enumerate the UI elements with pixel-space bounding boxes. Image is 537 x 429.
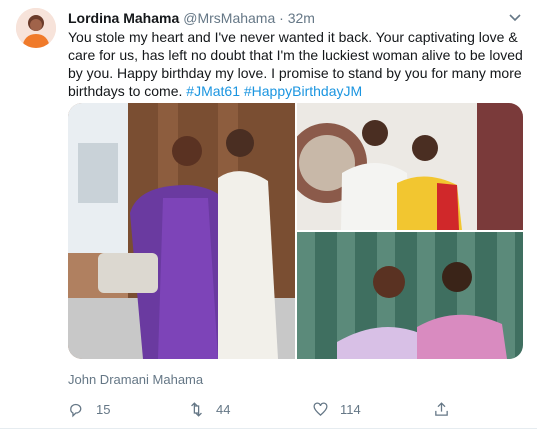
author-handle[interactable]: @MrsMahama (183, 10, 275, 26)
share-button[interactable] (433, 397, 461, 421)
tagged-people-caption[interactable]: John Dramani Mahama (68, 372, 203, 387)
tweet-header: Lordina Mahama @MrsMahama · 32m (68, 9, 315, 27)
share-icon (435, 401, 448, 416)
separator-dot: · (279, 10, 284, 26)
reply-count: 15 (96, 401, 111, 417)
like-button[interactable]: 114 (312, 397, 361, 421)
tweet-actions: 15 44 114 (68, 397, 523, 421)
tweet-card[interactable]: Lordina Mahama @MrsMahama · 32m You stole… (0, 0, 537, 429)
photo-2[interactable] (297, 103, 523, 230)
retweet-button[interactable]: 44 (188, 397, 230, 421)
like-count: 114 (340, 401, 361, 417)
hashtag-link[interactable]: #HappyBirthdayJM (244, 83, 362, 99)
tweet-media-grid (68, 103, 523, 359)
reply-icon (70, 403, 82, 417)
photo-1[interactable] (68, 103, 295, 359)
retweet-icon (191, 401, 202, 417)
tweet-timestamp[interactable]: 32m (288, 10, 315, 26)
retweet-count: 44 (216, 401, 231, 417)
photo-3[interactable] (297, 232, 523, 359)
tweet-text: You stole my heart and I've never wanted… (68, 28, 523, 100)
avatar[interactable] (16, 8, 56, 48)
hashtag-link[interactable]: #JMat61 (186, 83, 240, 99)
chevron-down-icon[interactable] (507, 9, 523, 25)
author-name[interactable]: Lordina Mahama (68, 10, 179, 26)
like-icon (313, 401, 328, 416)
reply-button[interactable]: 15 (68, 397, 110, 421)
